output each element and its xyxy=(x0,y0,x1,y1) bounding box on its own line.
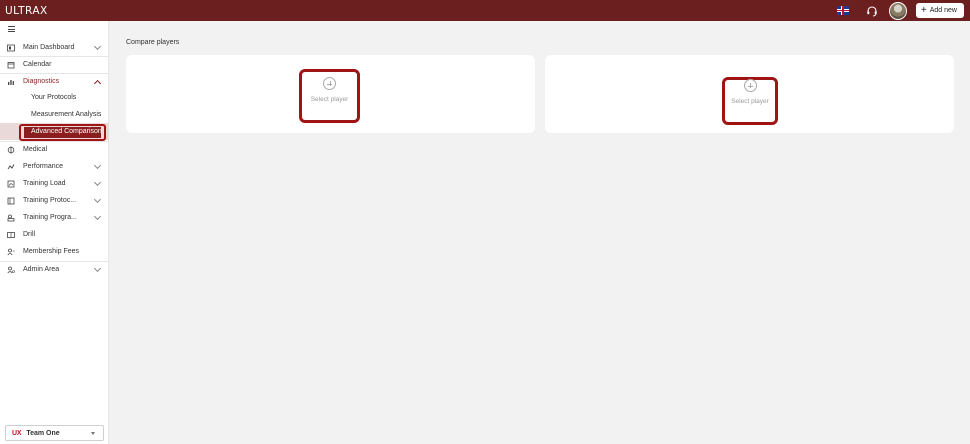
sidebar-item-training-programs[interactable]: Training Progra... xyxy=(0,209,109,226)
select-player-button[interactable]: Select player xyxy=(723,79,777,105)
team-name: Team One xyxy=(26,429,60,437)
drill-icon xyxy=(7,231,15,238)
sidebar-subitem-label: Measurement Analysis xyxy=(31,111,102,118)
sidebar-subitem-measurement-analysis[interactable]: Measurement Analysis xyxy=(0,107,109,124)
sidebar-item-membership-fees[interactable]: Membership Fees xyxy=(0,243,109,260)
chevron-down-icon xyxy=(93,42,102,51)
sidebar-item-label: Performance xyxy=(23,163,64,170)
sidebar-item-drill[interactable]: Drill xyxy=(0,226,109,243)
caret-down-icon xyxy=(91,432,95,435)
team-badge: UX xyxy=(12,429,22,437)
sidebar-item-diagnostics[interactable]: Diagnostics xyxy=(0,73,109,90)
uk-flag-icon[interactable] xyxy=(836,6,849,15)
sidebar-item-training-protocols[interactable]: Training Protoc... xyxy=(0,192,109,209)
top-bar: ULTRAX + Add new xyxy=(0,0,970,21)
protocol-icon xyxy=(7,197,15,204)
menu-toggle-icon[interactable] xyxy=(8,26,15,32)
sidebar-item-training-load[interactable]: Training Load xyxy=(0,175,109,192)
sidebar-item-label: Training Progra... xyxy=(23,214,77,221)
select-player-button[interactable]: Select player xyxy=(302,77,357,103)
sidebar-item-label: Medical xyxy=(23,146,48,153)
sidebar-item-label: Training Load xyxy=(23,180,66,187)
sidebar-item-medical[interactable]: Medical xyxy=(0,141,109,158)
sidebar-item-label: Main Dashboard xyxy=(23,44,75,51)
player-slot-card: Select player xyxy=(545,55,954,133)
add-new-button[interactable]: + Add new xyxy=(915,3,964,18)
chevron-down-icon xyxy=(93,264,102,273)
sidebar-item-label: Membership Fees xyxy=(23,248,80,255)
chart-icon xyxy=(8,79,14,85)
chevron-up-icon xyxy=(93,79,102,88)
sidebar-item-main-dashboard[interactable]: Main Dashboard xyxy=(0,39,109,56)
sidebar-item-label: Calendar xyxy=(23,61,52,68)
add-new-label: Add new xyxy=(929,7,957,14)
page-title: Compare players xyxy=(126,39,180,46)
add-circle-icon xyxy=(743,79,757,92)
fees-icon xyxy=(7,248,15,255)
plus-icon: + xyxy=(920,4,927,16)
sidebar-item-calendar[interactable]: Calendar xyxy=(0,56,109,73)
sidebar-subitem-advanced-comparison[interactable]: Advanced Comparison xyxy=(0,123,109,141)
chevron-down-icon xyxy=(93,161,102,170)
select-player-label: Select player xyxy=(731,98,769,105)
select-player-label: Select player xyxy=(310,96,349,103)
calendar-icon xyxy=(7,61,15,68)
team-selector[interactable]: UX Team One xyxy=(5,425,104,441)
chevron-down-icon xyxy=(93,195,102,204)
sidebar-item-label: Drill xyxy=(23,231,36,238)
load-icon xyxy=(7,180,15,187)
sidebar-item-performance[interactable]: Performance xyxy=(0,158,109,175)
sidebar-item-label: Admin Area xyxy=(23,266,60,273)
performance-icon xyxy=(7,163,15,169)
sidebar-subitem-label: Advanced Comparison xyxy=(31,128,102,135)
player-slot-card: Select player xyxy=(126,55,535,133)
chevron-down-icon xyxy=(93,212,102,221)
sidebar-item-label: Diagnostics xyxy=(23,78,60,85)
dashboard-icon xyxy=(7,44,15,51)
chevron-down-icon xyxy=(93,178,102,187)
program-icon xyxy=(7,214,15,221)
sidebar-item-admin-area[interactable]: Admin Area xyxy=(0,261,109,278)
sidebar-subitem-your-protocols[interactable]: Your Protocols xyxy=(0,90,109,107)
sidebar-subitem-label: Your Protocols xyxy=(31,94,77,101)
user-avatar[interactable] xyxy=(888,1,907,20)
medical-icon xyxy=(7,146,15,153)
app-logo[interactable]: ULTRAX xyxy=(5,5,48,17)
add-circle-icon xyxy=(323,77,336,90)
headset-icon[interactable] xyxy=(865,4,879,18)
sidebar-item-label: Training Protoc... xyxy=(23,197,77,204)
admin-icon xyxy=(7,266,15,273)
sidebar: Main Dashboard Calendar Diagnostics Your… xyxy=(0,21,109,444)
